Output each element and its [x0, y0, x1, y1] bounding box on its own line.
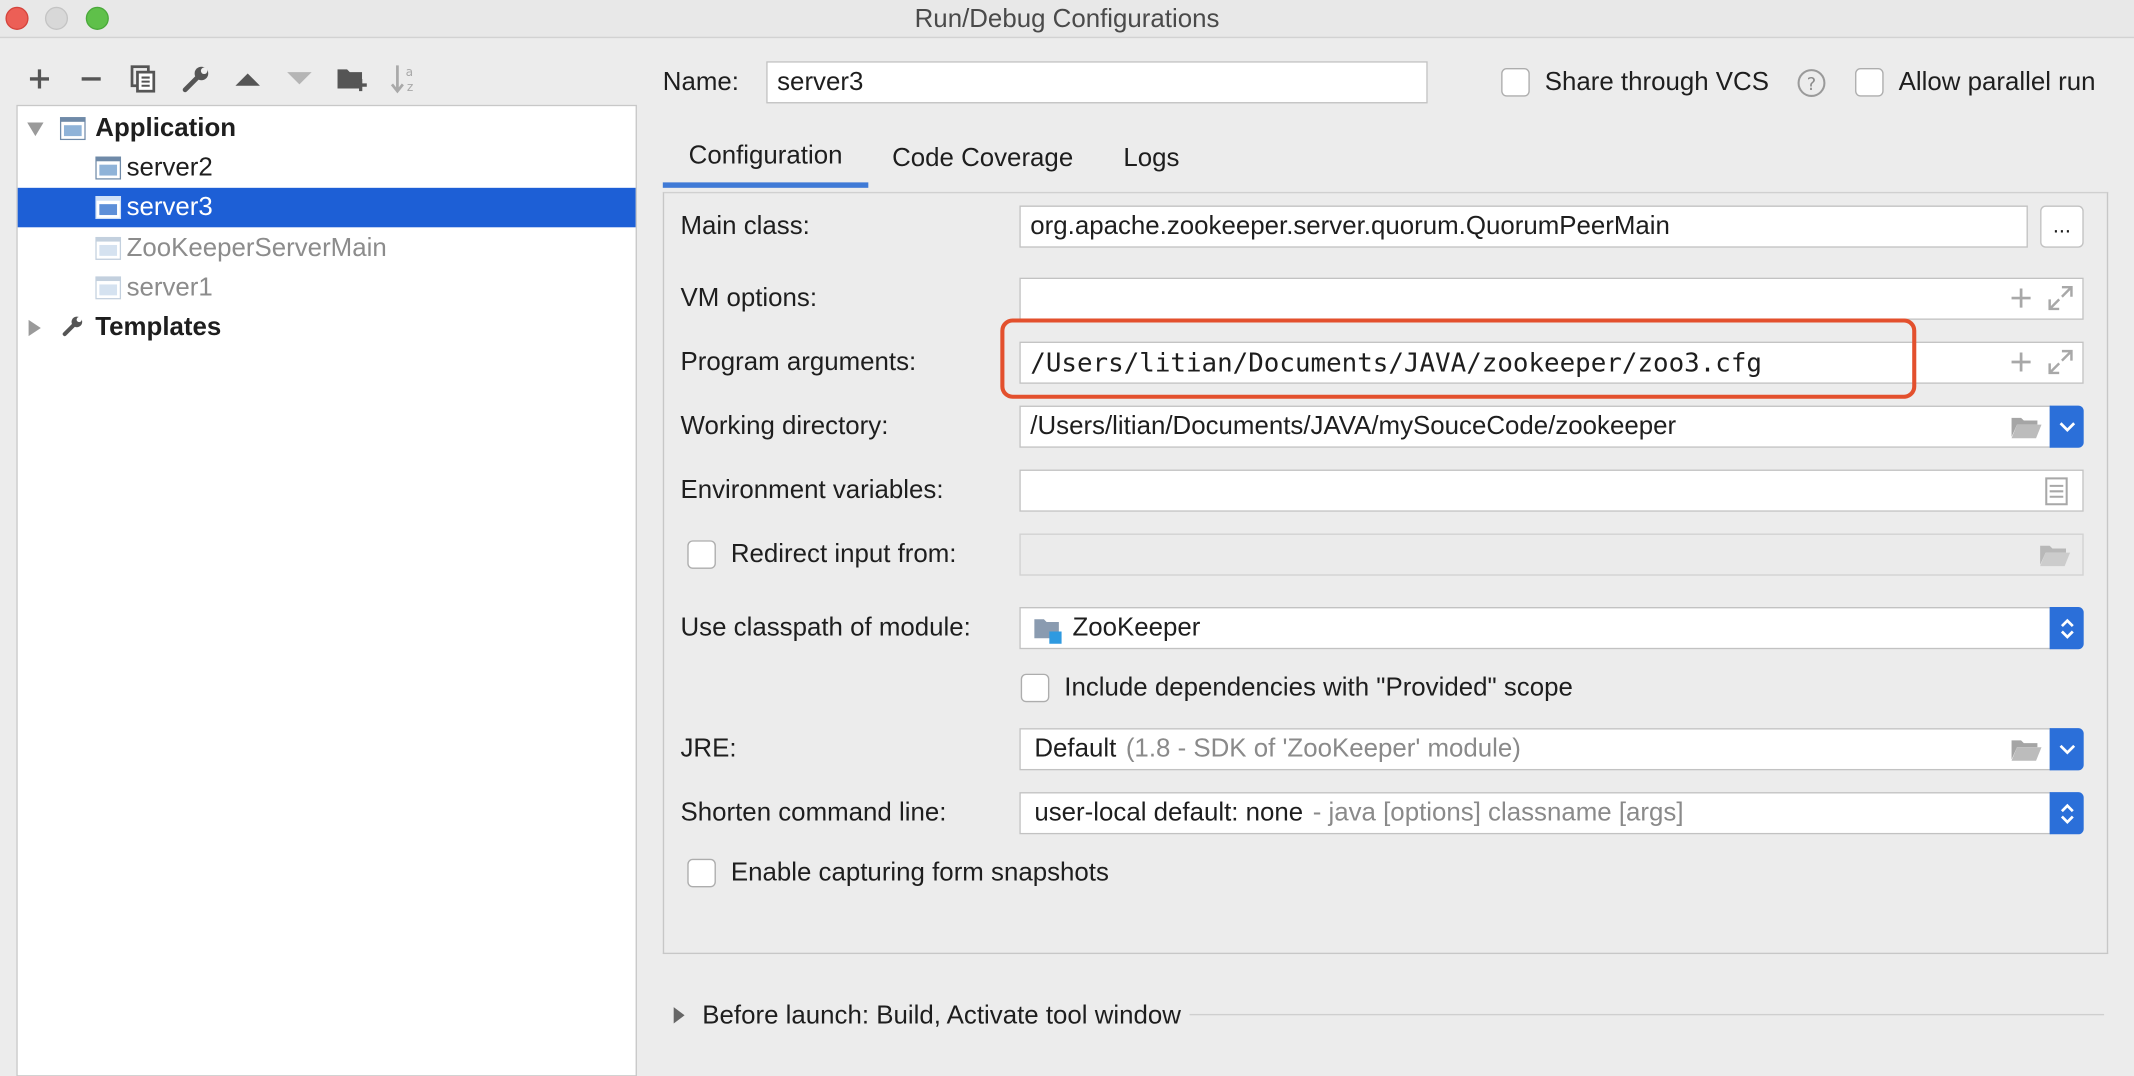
application-icon: [59, 117, 86, 141]
share-vcs-checkbox[interactable]: [1501, 68, 1530, 97]
jre-value: Default: [1034, 734, 1117, 763]
run-debug-configurations-window: Run/Debug Configurations az Application …: [0, 0, 2134, 1076]
jre-detail: (1.8 - SDK of 'ZooKeeper' module): [1125, 734, 1521, 763]
capture-snapshots-checkbox[interactable]: [687, 858, 716, 888]
svg-text:a: a: [406, 65, 414, 79]
svg-text:z: z: [407, 80, 413, 94]
move-up-icon[interactable]: [227, 57, 268, 101]
tree-item[interactable]: ZooKeeperServerMain: [18, 229, 636, 268]
move-down-icon: [279, 57, 320, 101]
name-label: Name:: [662, 68, 739, 97]
wrench-icon[interactable]: [176, 57, 217, 101]
tree-group-label: Application: [95, 113, 237, 143]
copy-icon[interactable]: [122, 57, 163, 101]
jre-dropdown[interactable]: [2049, 728, 2084, 771]
env-vars-input[interactable]: [1019, 469, 2084, 512]
folder-open-icon[interactable]: [2010, 736, 2043, 763]
main-class-label: Main class:: [680, 212, 810, 241]
divider: [1189, 1013, 2105, 1016]
tree-group-application[interactable]: Application: [18, 109, 636, 148]
tree-item[interactable]: server1: [18, 268, 636, 307]
tree-item-label: server2: [126, 153, 213, 182]
folder-add-icon[interactable]: [332, 57, 373, 101]
application-config-icon: [95, 236, 122, 260]
capture-snapshots-label: Enable capturing form snapshots: [730, 858, 1109, 888]
working-dir-dropdown[interactable]: [2049, 405, 2084, 448]
share-vcs-label: Share through VCS: [1544, 68, 1769, 97]
add-icon[interactable]: [2009, 350, 2033, 374]
updown-chevron-icon: [2060, 618, 2074, 639]
name-input[interactable]: server3: [766, 61, 1428, 104]
include-deps-checkbox[interactable]: [1020, 673, 1050, 703]
shorten-dropdown[interactable]: [2049, 792, 2084, 835]
application-config-icon: [95, 156, 122, 180]
collapsed-arrow-icon[interactable]: [24, 318, 43, 337]
updown-chevron-icon: [2060, 803, 2074, 824]
shorten-select[interactable]: user-local default: none - java [options…: [1019, 792, 2052, 835]
before-launch-label[interactable]: Before launch: Build, Activate tool wind…: [702, 1002, 1181, 1032]
vm-options-label: VM options:: [680, 284, 818, 314]
add-icon[interactable]: [19, 57, 60, 101]
classpath-dropdown[interactable]: [2049, 607, 2084, 650]
redirect-input-field: [1019, 533, 2084, 576]
classpath-select[interactable]: ZooKeeper: [1019, 607, 2052, 650]
help-icon[interactable]: ?: [1797, 68, 1827, 98]
configurations-tree: Application server2 server3 ZooKeeperSer…: [16, 104, 637, 1076]
expand-arrow-icon[interactable]: [26, 120, 45, 139]
title-bar: Run/Debug Configurations: [0, 0, 2134, 39]
tab-code-coverage[interactable]: Code Coverage: [878, 131, 1088, 188]
redirect-input-checkbox[interactable]: [687, 540, 716, 569]
working-dir-input[interactable]: /Users/litian/Documents/JAVA/mySouceCode…: [1019, 405, 2052, 448]
folder-open-icon[interactable]: [2010, 414, 2043, 441]
jre-label: JRE:: [680, 734, 737, 764]
sort-icon: az: [384, 57, 425, 101]
jre-select[interactable]: Default (1.8 - SDK of 'ZooKeeper' module…: [1019, 728, 2052, 771]
templates-label: Templates: [95, 312, 222, 341]
shorten-value: user-local default: none: [1034, 798, 1304, 827]
expand-icon[interactable]: [2047, 284, 2074, 311]
allow-parallel-label: Allow parallel run: [1898, 68, 2096, 97]
allow-parallel-checkbox[interactable]: [1855, 68, 1884, 97]
redirect-input-label: Redirect input from:: [730, 540, 957, 569]
tree-group-templates[interactable]: Templates: [18, 308, 636, 347]
tree-item-selected[interactable]: server3: [17, 187, 636, 228]
main-class-input[interactable]: org.apache.zookeeper.server.quorum.Quoru…: [1019, 205, 2028, 248]
folder-open-icon: [2040, 545, 2071, 567]
tab-configuration[interactable]: Configuration: [662, 131, 869, 188]
main-class-browse-button[interactable]: ...: [2040, 205, 2084, 248]
expand-icon[interactable]: [2047, 348, 2074, 375]
application-config-icon: [95, 195, 122, 220]
svg-text:?: ?: [1807, 75, 1816, 95]
collapsed-arrow-icon[interactable]: [671, 1006, 687, 1025]
env-vars-label: Environment variables:: [680, 476, 944, 505]
chevron-down-icon: [2058, 744, 2075, 754]
shorten-detail: - java [options] classname [args]: [1312, 798, 1684, 827]
working-dir-label: Working directory:: [680, 412, 889, 441]
highlight-box: [1000, 318, 1917, 399]
add-icon[interactable]: [2009, 286, 2033, 310]
remove-icon[interactable]: [71, 57, 112, 101]
vm-options-input[interactable]: [1019, 277, 2084, 320]
tree-item-label: server1: [126, 272, 213, 302]
tree-item-label: ZooKeeperServerMain: [126, 233, 387, 262]
program-args-label: Program arguments:: [680, 348, 917, 377]
wrench-icon: [62, 316, 83, 337]
edit-list-icon[interactable]: [2044, 476, 2068, 506]
include-deps-label: Include dependencies with "Provided" sco…: [1064, 673, 1573, 703]
configurations-toolbar: az: [16, 57, 424, 101]
tree-item[interactable]: server2: [18, 148, 636, 187]
application-config-icon: [95, 276, 122, 300]
chevron-down-icon: [2058, 421, 2075, 432]
window-title: Run/Debug Configurations: [914, 5, 1220, 35]
tab-logs[interactable]: Logs: [1105, 131, 1198, 188]
tree-item-label: server3: [126, 192, 213, 222]
shorten-label: Shorten command line:: [680, 798, 947, 828]
module-folder-icon: [1034, 619, 1062, 644]
classpath-label: Use classpath of module:: [680, 613, 971, 643]
